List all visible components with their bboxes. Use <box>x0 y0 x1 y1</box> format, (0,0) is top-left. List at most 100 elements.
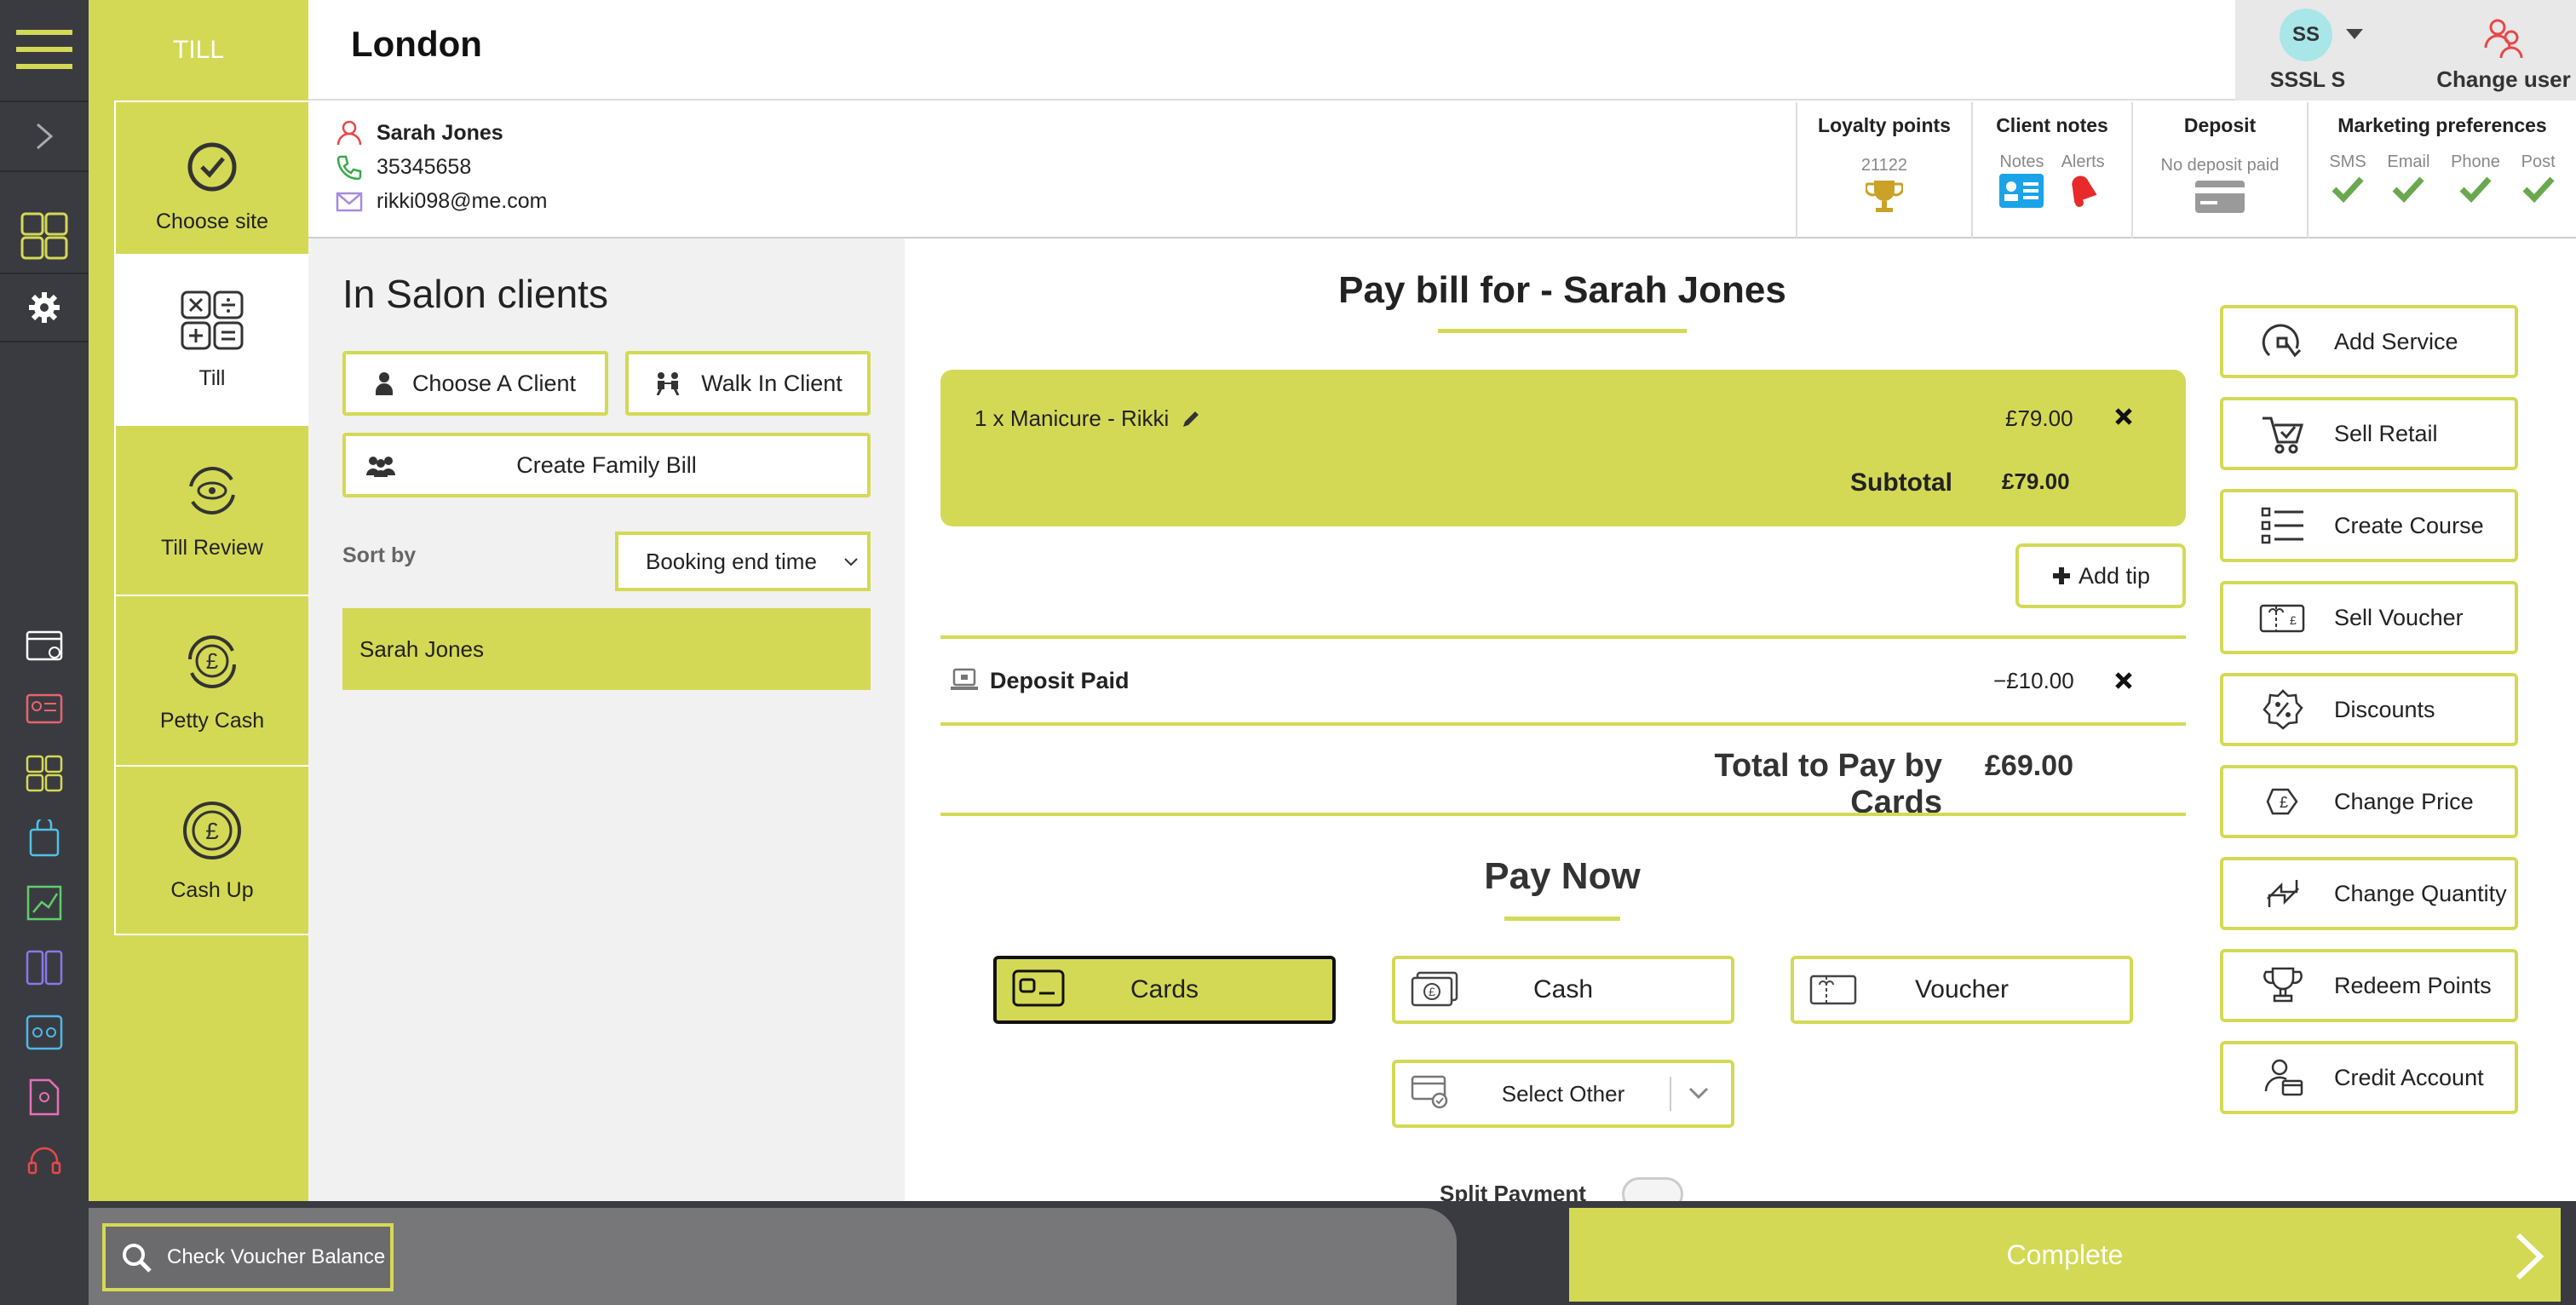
pay-cards-label: Cards <box>1130 975 1199 1003</box>
sell-voucher-button[interactable]: £ Sell Voucher <box>2220 581 2518 654</box>
add-tip-button[interactable]: Add tip <box>2015 543 2186 608</box>
create-course-button[interactable]: Create Course <box>2220 489 2518 562</box>
avatar[interactable]: SS <box>2280 9 2332 61</box>
deposit-laptop-icon <box>951 668 978 690</box>
document-icon[interactable] <box>0 1072 89 1123</box>
subtotal-label: Subtotal <box>1850 469 1952 497</box>
check-icon <box>2522 176 2555 203</box>
search-icon <box>123 1244 152 1273</box>
svg-text:£: £ <box>206 648 219 674</box>
edit-pencil-icon[interactable] <box>1181 409 1201 429</box>
loyalty-points-box[interactable]: Loyalty points 21122 <box>1796 102 1971 239</box>
staff-icon[interactable] <box>0 942 89 993</box>
salon-title: In Salon clients <box>342 272 608 316</box>
check-icon <box>2459 176 2492 203</box>
salon-client-name: Sarah Jones <box>359 635 484 662</box>
calendar-icon[interactable] <box>0 618 89 670</box>
user-area: SS SSSL S Change user <box>2235 0 2576 101</box>
sell-voucher-label: Sell Voucher <box>2334 604 2464 630</box>
deposit-amount: −£10.00 <box>1993 668 2074 693</box>
pref-email[interactable]: Email <box>2387 152 2429 203</box>
settings-gear-icon[interactable] <box>0 274 89 341</box>
remove-deposit-icon[interactable] <box>2114 671 2133 690</box>
clients-card-icon[interactable] <box>0 683 89 734</box>
remove-item-icon[interactable] <box>2114 407 2133 426</box>
change-user-button[interactable]: Change user <box>2431 12 2576 101</box>
menu-icon[interactable] <box>0 15 89 83</box>
pay-voucher-label: Voucher <box>1914 975 2010 1003</box>
notes-card-icon <box>1999 174 2044 208</box>
client-notes-box: Client notes Notes Alerts <box>1971 102 2131 239</box>
sell-retail-button[interactable]: Sell Retail <box>2220 397 2518 470</box>
create-course-label: Create Course <box>2334 512 2484 538</box>
service-item[interactable]: 1 x Manicure - Rikki <box>975 405 1201 432</box>
choose-client-button[interactable]: Choose A Client <box>342 351 608 416</box>
sort-label: Sort by <box>342 543 417 567</box>
check-voucher-balance-button[interactable]: Check Voucher Balance <box>102 1223 394 1291</box>
cart-icon <box>2263 417 2304 454</box>
pref-phone[interactable]: Phone <box>2451 152 2500 203</box>
pref-post[interactable]: Post <box>2521 152 2556 203</box>
deposit-value: No deposit paid <box>2160 156 2280 175</box>
expand-chevron-icon[interactable] <box>0 104 89 169</box>
discount-icon <box>2263 689 2303 730</box>
pref-sms[interactable]: SMS <box>2329 152 2366 203</box>
nav-label: Till <box>198 365 226 390</box>
till-rail-icon[interactable] <box>0 201 89 271</box>
reports-chart-icon[interactable] <box>0 877 89 928</box>
support-headset-icon[interactable] <box>0 1136 89 1187</box>
service-price: £79.00 <box>2005 405 2073 431</box>
pay-voucher-button[interactable]: Voucher <box>1791 956 2133 1024</box>
divider <box>940 813 2186 816</box>
other-payment-icon <box>1411 1075 1448 1109</box>
marketing-preferences-box: Marketing preferences SMS Email Phone Po… <box>2307 102 2576 239</box>
retail-bag-icon[interactable] <box>0 813 89 864</box>
quantity-arrows-icon <box>2267 880 2299 907</box>
family-bill-label: Create Family Bill <box>516 451 697 478</box>
chevron-down-icon <box>844 558 858 566</box>
add-service-button[interactable]: Add Service <box>2220 305 2518 378</box>
nav-label: Choose site <box>155 209 269 233</box>
add-service-icon <box>2262 324 2302 358</box>
chevron-down-icon[interactable] <box>2346 29 2363 41</box>
redeem-points-button[interactable]: Redeem Points <box>2220 949 2518 1022</box>
change-price-label: Change Price <box>2334 788 2474 814</box>
alerts-button[interactable]: Alerts <box>2061 152 2105 208</box>
eye-refresh-icon <box>189 466 235 515</box>
trophy-icon <box>1866 181 1903 212</box>
nav-till[interactable]: Till <box>114 254 308 424</box>
change-user-icon <box>2484 19 2523 59</box>
deposit-box[interactable]: Deposit No deposit paid <box>2131 102 2307 239</box>
nav-choose-site[interactable]: Choose site <box>114 101 308 271</box>
credit-account-button[interactable]: Credit Account <box>2220 1041 2518 1114</box>
notes-button[interactable]: Notes <box>1999 152 2044 208</box>
client-name-row: Sarah Jones <box>336 119 503 147</box>
nav-cash-up[interactable]: £ Cash Up <box>114 765 308 935</box>
svg-text:£: £ <box>2290 613 2297 627</box>
nav-petty-cash[interactable]: £ Petty Cash <box>114 595 308 765</box>
pay-cash-button[interactable]: £ Cash <box>1392 956 1734 1024</box>
change-quantity-button[interactable]: Change Quantity <box>2220 857 2518 930</box>
discounts-button[interactable]: Discounts <box>2220 673 2518 746</box>
setup-icon[interactable] <box>0 1007 89 1058</box>
select-other-dropdown[interactable]: Select Other <box>1392 1060 1734 1128</box>
chevron-right-icon <box>2516 1233 2544 1280</box>
nav-till-review[interactable]: Till Review <box>114 424 308 595</box>
walk-in-button[interactable]: Walk In Client <box>625 351 871 416</box>
select-other-label: Select Other <box>1501 1080 1625 1107</box>
change-price-button[interactable]: £ Change Price <box>2220 765 2518 838</box>
salon-client-item[interactable]: Sarah Jones <box>342 608 871 690</box>
pay-cards-button[interactable]: Cards <box>993 956 1336 1024</box>
pay-now-underline <box>1504 917 1620 921</box>
sort-select[interactable]: Booking end time <box>615 532 871 591</box>
service-line-box: 1 x Manicure - Rikki £79.00 Subtotal £79… <box>940 370 2186 526</box>
till-calc-icon[interactable] <box>0 748 89 799</box>
complete-button[interactable]: Complete <box>1569 1208 2561 1302</box>
card-icon <box>1012 969 1065 1007</box>
side-rail <box>0 0 89 1305</box>
create-family-bill-button[interactable]: Create Family Bill <box>342 433 871 497</box>
notes-label: Notes <box>1999 152 2044 171</box>
total-label: Total to Pay by Cards <box>1714 748 1942 820</box>
client-email: rikki098@me.com <box>377 188 548 213</box>
mail-icon <box>336 192 363 212</box>
